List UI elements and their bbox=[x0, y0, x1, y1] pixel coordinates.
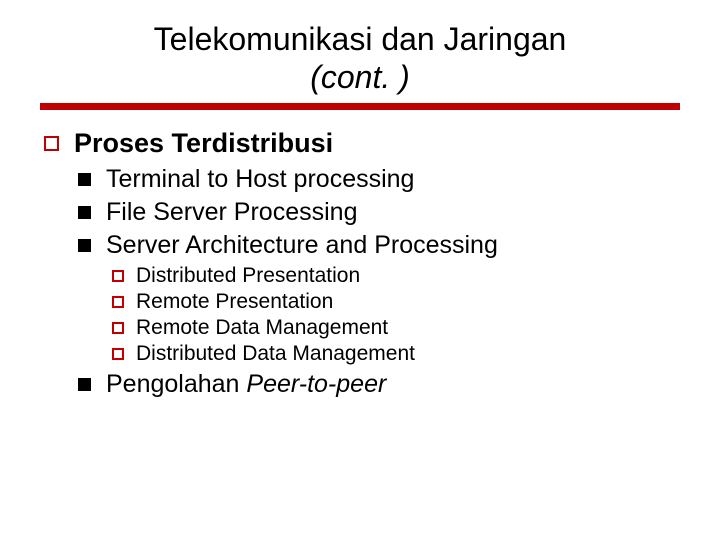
slide-title: Telekomunikasi dan Jaringan (cont. ) bbox=[40, 20, 680, 97]
list-item: Remote Presentation bbox=[106, 290, 680, 314]
list-item: File Server Processing bbox=[74, 198, 680, 227]
item-text: Distributed Presentation bbox=[136, 264, 360, 287]
item-text-italic: Peer-to-peer bbox=[246, 370, 386, 398]
list-item: Server Architecture and Processing Distr… bbox=[74, 231, 680, 366]
title-rule bbox=[40, 103, 680, 110]
list-item: Pengolahan Peer-to-peer bbox=[74, 370, 680, 399]
bullet-list-level-1: Proses Terdistribusi Terminal to Host pr… bbox=[40, 128, 680, 399]
item-text: Terminal to Host processing bbox=[106, 165, 414, 193]
item-text: Remote Data Management bbox=[136, 316, 388, 339]
slide: Telekomunikasi dan Jaringan (cont. ) Pro… bbox=[0, 0, 720, 540]
list-item: Distributed Presentation bbox=[106, 264, 680, 288]
heading-item: Proses Terdistribusi Terminal to Host pr… bbox=[40, 128, 680, 399]
item-text-prefix: Pengolahan bbox=[106, 370, 246, 398]
item-text: Server Architecture and Processing bbox=[106, 231, 498, 259]
bullet-list-level-2: Terminal to Host processing File Server … bbox=[74, 165, 680, 399]
item-text: Remote Presentation bbox=[136, 290, 333, 313]
title-line-2: (cont. ) bbox=[310, 59, 410, 95]
heading-text: Proses Terdistribusi bbox=[74, 128, 333, 158]
list-item: Distributed Data Management bbox=[106, 342, 680, 366]
bullet-list-level-3: Distributed Presentation Remote Presenta… bbox=[106, 264, 680, 366]
list-item: Terminal to Host processing bbox=[74, 165, 680, 194]
item-text: File Server Processing bbox=[106, 198, 357, 226]
item-text: Distributed Data Management bbox=[136, 342, 415, 365]
title-line-1: Telekomunikasi dan Jaringan bbox=[154, 21, 567, 57]
list-item: Remote Data Management bbox=[106, 316, 680, 340]
